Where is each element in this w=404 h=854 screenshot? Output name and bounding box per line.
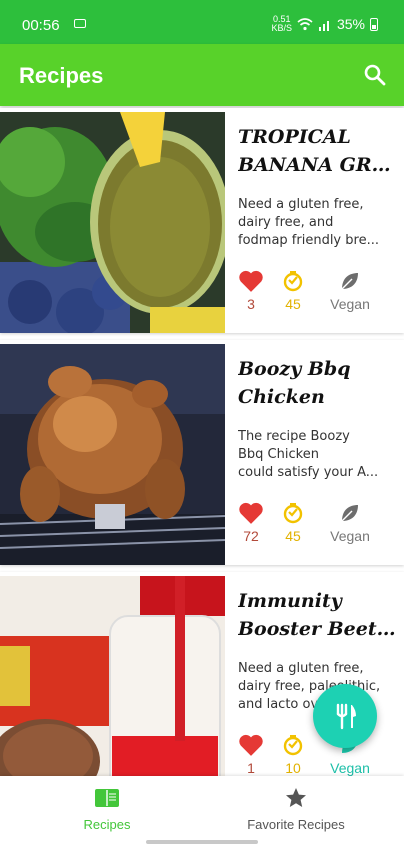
diet-label: Vegan xyxy=(330,528,370,544)
nav-favorites-label: Favorite Recipes xyxy=(247,817,345,832)
page-title: Recipes xyxy=(19,63,104,88)
battery-percent: 35% xyxy=(336,16,365,32)
diet-stat: Vegan xyxy=(325,268,375,312)
recipe-title-line: Chicken xyxy=(238,386,325,408)
time-stat: 10 xyxy=(268,732,318,776)
recipe-title: TROPICAL BANANA GRE... xyxy=(238,123,396,179)
recipe-desc-line: Need a gluten free, xyxy=(238,197,364,212)
recipe-desc-line: dairy free, and xyxy=(238,215,334,230)
recipe-desc-line: fodmap friendly bre... xyxy=(238,233,379,248)
diet-stat: Vegan xyxy=(325,500,375,544)
app-bar: Recipes xyxy=(0,44,404,106)
star-icon xyxy=(286,788,306,807)
recipe-image-beet-juice xyxy=(0,576,225,797)
clock-icon xyxy=(283,503,303,524)
recipe-title-line: Boozy Bbq xyxy=(238,358,351,380)
minutes-count: 45 xyxy=(285,296,301,312)
screen-record-icon xyxy=(74,19,86,28)
recipe-description: The recipe Boozy Bbq Chicken could satis… xyxy=(238,428,390,482)
book-icon xyxy=(95,789,119,807)
diet-label: Vegan xyxy=(330,760,370,776)
leaf-icon xyxy=(341,505,358,522)
recipe-description: Need a gluten free, dairy free, and fodm… xyxy=(238,196,390,250)
minutes-count: 10 xyxy=(285,760,301,776)
wifi-icon xyxy=(297,18,313,31)
recipe-desc-line: The recipe Boozy xyxy=(238,429,350,444)
recipe-title: Immunity Booster Beet, ... xyxy=(238,587,396,643)
recipe-desc-line: Bbq Chicken xyxy=(238,447,319,462)
time-stat: 45 xyxy=(268,500,318,544)
clock-icon xyxy=(283,271,303,292)
heart-icon xyxy=(239,502,263,524)
recipe-title-line: Booster Beet, ... xyxy=(238,618,396,640)
status-right: 0.51 KB/S 35% xyxy=(271,15,378,33)
battery-icon xyxy=(370,17,378,31)
recipe-title: Boozy Bbq Chicken xyxy=(238,355,396,411)
search-icon[interactable] xyxy=(362,62,388,88)
recipe-desc-line: could satisfy your A... xyxy=(238,465,379,480)
signal-icon xyxy=(318,20,329,31)
time-stat: 45 xyxy=(268,268,318,312)
nav-favorite-recipes[interactable]: Favorite Recipes xyxy=(236,786,356,832)
heart-icon xyxy=(239,270,263,292)
recipe-title-line: Immunity xyxy=(238,590,342,612)
restaurant-fab[interactable] xyxy=(313,684,377,748)
heart-icon xyxy=(239,734,263,756)
nav-recipes[interactable]: Recipes xyxy=(72,786,142,832)
home-indicator[interactable] xyxy=(146,840,258,844)
leaf-icon xyxy=(341,273,358,290)
recipe-title-line: TROPICAL xyxy=(238,126,351,148)
recipe-image-smoothie xyxy=(0,112,225,333)
clock-icon xyxy=(283,735,303,756)
fork-knife-icon xyxy=(336,703,356,730)
recipe-image-chicken xyxy=(0,344,225,565)
status-time: 00:56 xyxy=(22,17,60,34)
recipe-title-line: BANANA GRE... xyxy=(238,154,396,176)
recipe-card[interactable]: Boozy Bbq Chicken The recipe Boozy Bbq C… xyxy=(0,340,404,565)
recipe-desc-line: Need a gluten free, xyxy=(238,661,364,676)
minutes-count: 45 xyxy=(285,528,301,544)
status-bar: 00:56 0.51 KB/S 35% xyxy=(0,0,404,44)
network-speed: 0.51 KB/S xyxy=(271,14,292,33)
recipe-card[interactable]: TROPICAL BANANA GRE... Need a gluten fre… xyxy=(0,108,404,333)
diet-label: Vegan xyxy=(330,296,370,312)
nav-recipes-label: Recipes xyxy=(83,817,131,832)
